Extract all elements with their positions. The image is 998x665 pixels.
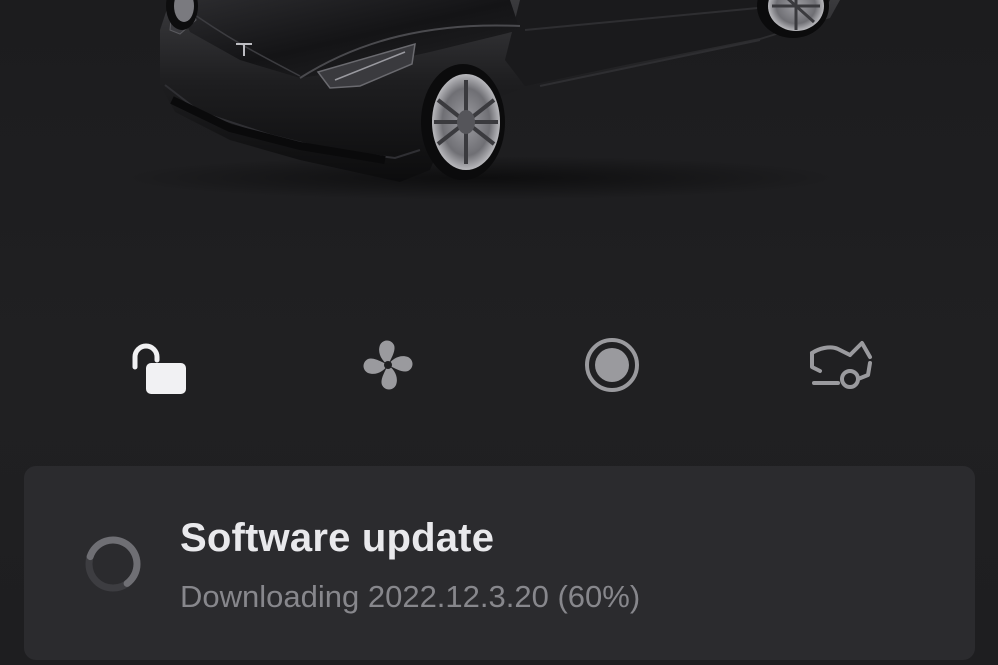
climate-button[interactable]	[348, 325, 428, 405]
open-trunk-icon	[810, 341, 872, 389]
car-render-icon	[120, 0, 840, 200]
update-title: Software update	[180, 516, 495, 560]
spinner-icon	[85, 536, 141, 592]
lock-button[interactable]	[115, 325, 195, 405]
app-screen: Software update Downloading 2022.12.3.20…	[0, 0, 998, 665]
car-render	[0, 0, 998, 260]
trunk-button[interactable]	[798, 325, 878, 405]
sentry-mode-button[interactable]	[572, 325, 652, 405]
quick-controls	[0, 325, 998, 405]
unlocked-padlock-icon	[132, 343, 186, 394]
software-update-card[interactable]: Software update Downloading 2022.12.3.20…	[24, 466, 975, 660]
update-status: Downloading 2022.12.3.20 (60%)	[180, 579, 641, 614]
fan-icon	[363, 340, 413, 390]
record-icon	[585, 338, 639, 392]
